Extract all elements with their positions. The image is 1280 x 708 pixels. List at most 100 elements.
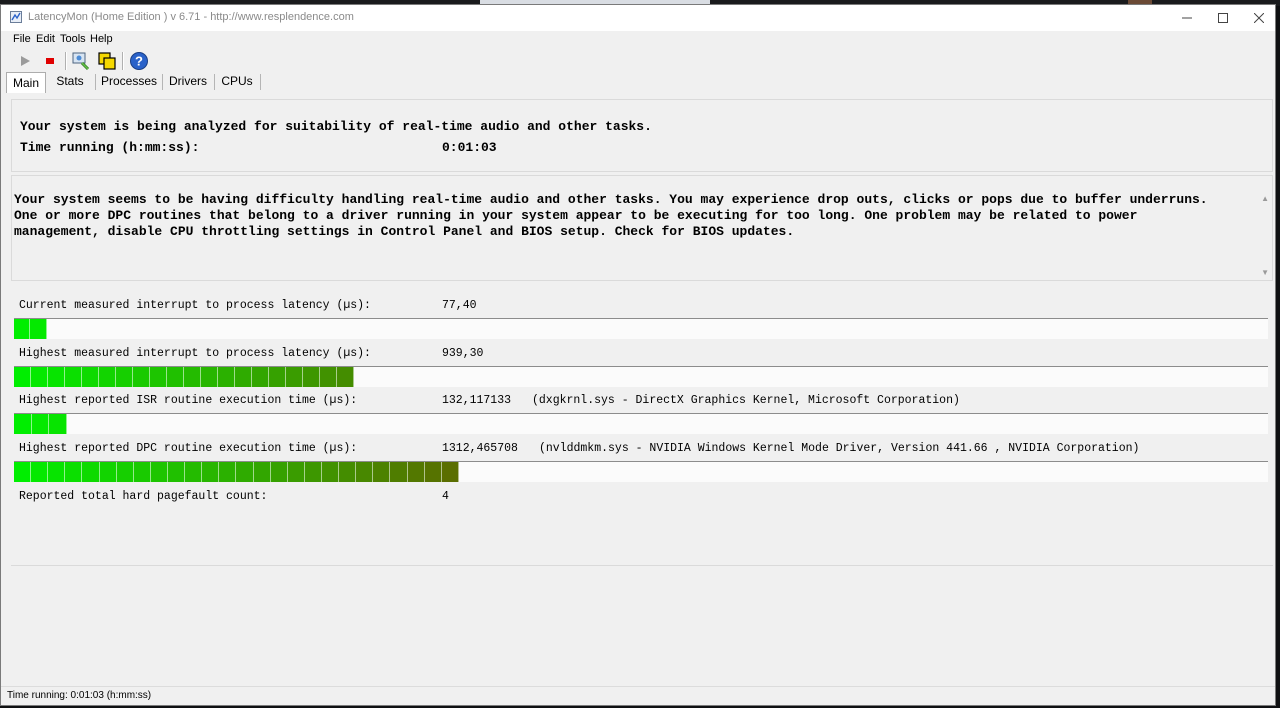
tab-main[interactable]: Main bbox=[6, 72, 46, 93]
highest-latency-label: Highest measured interrupt to process la… bbox=[19, 347, 371, 360]
tab-drivers[interactable]: Drivers bbox=[165, 71, 211, 91]
tab-processes[interactable]: Processes bbox=[98, 71, 160, 91]
scroll-down-icon[interactable]: ▼ bbox=[1261, 268, 1269, 277]
bar-segment bbox=[200, 367, 218, 387]
conclusion-line-2: One or more DPC routines that belong to … bbox=[14, 208, 1138, 223]
toolbar-separator bbox=[65, 52, 67, 70]
bar-segment bbox=[270, 462, 288, 482]
bar-segment bbox=[30, 319, 47, 339]
bar-track bbox=[14, 319, 1268, 339]
minimize-icon bbox=[1182, 17, 1192, 19]
bar-segment bbox=[64, 367, 82, 387]
bar-segment bbox=[304, 462, 322, 482]
tab-separator bbox=[214, 74, 215, 90]
latencymon-window: LatencyMon (Home Edition ) v 6.71 - http… bbox=[0, 4, 1276, 706]
bar-segment bbox=[82, 462, 100, 482]
bar-segment bbox=[81, 367, 99, 387]
bar-segment bbox=[441, 462, 459, 482]
tab-cpus[interactable]: CPUs bbox=[217, 71, 257, 91]
conclusion-message-panel: Your system seems to be having difficult… bbox=[11, 175, 1273, 281]
bar-segment bbox=[65, 462, 83, 482]
windows-button[interactable] bbox=[96, 50, 118, 72]
svg-text:?: ? bbox=[135, 54, 143, 69]
monitor-icon bbox=[72, 52, 90, 71]
bar-segment bbox=[185, 462, 203, 482]
bar-segment bbox=[14, 319, 31, 339]
menu-help[interactable]: Help bbox=[90, 33, 113, 45]
bar-segment bbox=[302, 367, 320, 387]
menu-edit[interactable]: Edit bbox=[36, 33, 55, 45]
bar-segment bbox=[234, 367, 252, 387]
title-bar[interactable]: LatencyMon (Home Edition ) v 6.71 - http… bbox=[1, 5, 1275, 31]
bar-segment bbox=[30, 367, 48, 387]
status-bar: Time running: 0:01:03 (h:mm:ss) bbox=[1, 686, 1275, 705]
highest-dpc-bar bbox=[14, 462, 459, 482]
bar-segment bbox=[202, 462, 220, 482]
tab-separator bbox=[95, 74, 96, 90]
help-icon: ? bbox=[130, 52, 148, 70]
bar-segment bbox=[132, 367, 150, 387]
bar-segment bbox=[356, 462, 374, 482]
bar-segment bbox=[14, 367, 31, 387]
status-time-running: Time running: 0:01:03 (h:mm:ss) bbox=[7, 690, 152, 701]
bar-segment bbox=[424, 462, 442, 482]
close-button[interactable] bbox=[1241, 5, 1277, 31]
scroll-up-icon[interactable]: ▲ bbox=[1261, 194, 1269, 203]
bar-segment bbox=[268, 367, 286, 387]
bar-segment bbox=[31, 462, 49, 482]
tab-separator bbox=[260, 74, 261, 90]
bar-segment bbox=[14, 414, 32, 434]
menu-bar: File Edit Tools Help bbox=[1, 31, 1275, 47]
bar-segment bbox=[49, 414, 67, 434]
tab-bar: Main Stats Processes Drivers CPUs bbox=[1, 71, 1275, 93]
bar-segment bbox=[219, 462, 237, 482]
current-latency-bar bbox=[14, 319, 47, 339]
bar-segment bbox=[321, 462, 340, 482]
menu-tools[interactable]: Tools bbox=[60, 33, 86, 45]
highest-isr-driver: (dxgkrnl.sys - DirectX Graphics Kernel, … bbox=[532, 394, 960, 407]
latencymon-app-icon bbox=[10, 11, 22, 23]
stop-icon bbox=[46, 58, 54, 64]
minimize-button[interactable] bbox=[1169, 5, 1205, 31]
bar-track bbox=[14, 414, 1268, 434]
highest-isr-bar bbox=[14, 414, 67, 434]
highest-isr-value: 132,117133 bbox=[442, 394, 512, 407]
bar-segment bbox=[319, 367, 337, 387]
help-button[interactable]: ? bbox=[128, 50, 150, 72]
time-running-label: Time running (h:mm:ss): bbox=[20, 140, 200, 155]
highest-latency-value: 939,30 bbox=[442, 347, 484, 360]
bar-segment bbox=[407, 462, 425, 482]
current-latency-value: 77,40 bbox=[442, 299, 477, 312]
highest-dpc-driver: (nvlddmkm.sys - NVIDIA Windows Kernel Mo… bbox=[539, 442, 1140, 455]
bar-segment bbox=[285, 367, 303, 387]
highest-isr-label: Highest reported ISR routine execution t… bbox=[19, 394, 358, 407]
bar-segment bbox=[166, 367, 184, 387]
monitor-button[interactable] bbox=[70, 50, 92, 72]
highest-dpc-value: 1312,465708 bbox=[442, 442, 518, 455]
bar-segment bbox=[217, 367, 235, 387]
bar-segment bbox=[115, 367, 133, 387]
maximize-icon bbox=[1218, 13, 1228, 23]
bar-segment bbox=[253, 462, 271, 482]
bar-segment bbox=[116, 462, 134, 482]
stop-button[interactable] bbox=[39, 50, 61, 72]
tab-stats[interactable]: Stats bbox=[50, 71, 90, 91]
conclusion-line-1: Your system seems to be having difficult… bbox=[14, 192, 1208, 207]
bar-segment bbox=[99, 462, 117, 482]
bar-segment bbox=[14, 462, 32, 482]
bar-segment bbox=[183, 367, 201, 387]
play-icon bbox=[21, 56, 30, 66]
tab-separator bbox=[162, 74, 163, 90]
bar-segment bbox=[48, 462, 66, 482]
bar-segment bbox=[390, 462, 408, 482]
conclusion-line-3: management, disable CPU throttling setti… bbox=[14, 224, 795, 239]
bar-segment bbox=[150, 462, 168, 482]
highest-dpc-label: Highest reported DPC routine execution t… bbox=[19, 442, 358, 455]
analysis-status-text: Your system is being analyzed for suitab… bbox=[20, 119, 652, 134]
bar-segment bbox=[167, 462, 186, 482]
maximize-button[interactable] bbox=[1205, 5, 1241, 31]
bar-segment bbox=[31, 414, 50, 434]
start-button[interactable] bbox=[14, 50, 36, 72]
bar-segment bbox=[236, 462, 254, 482]
menu-file[interactable]: File bbox=[13, 33, 31, 45]
